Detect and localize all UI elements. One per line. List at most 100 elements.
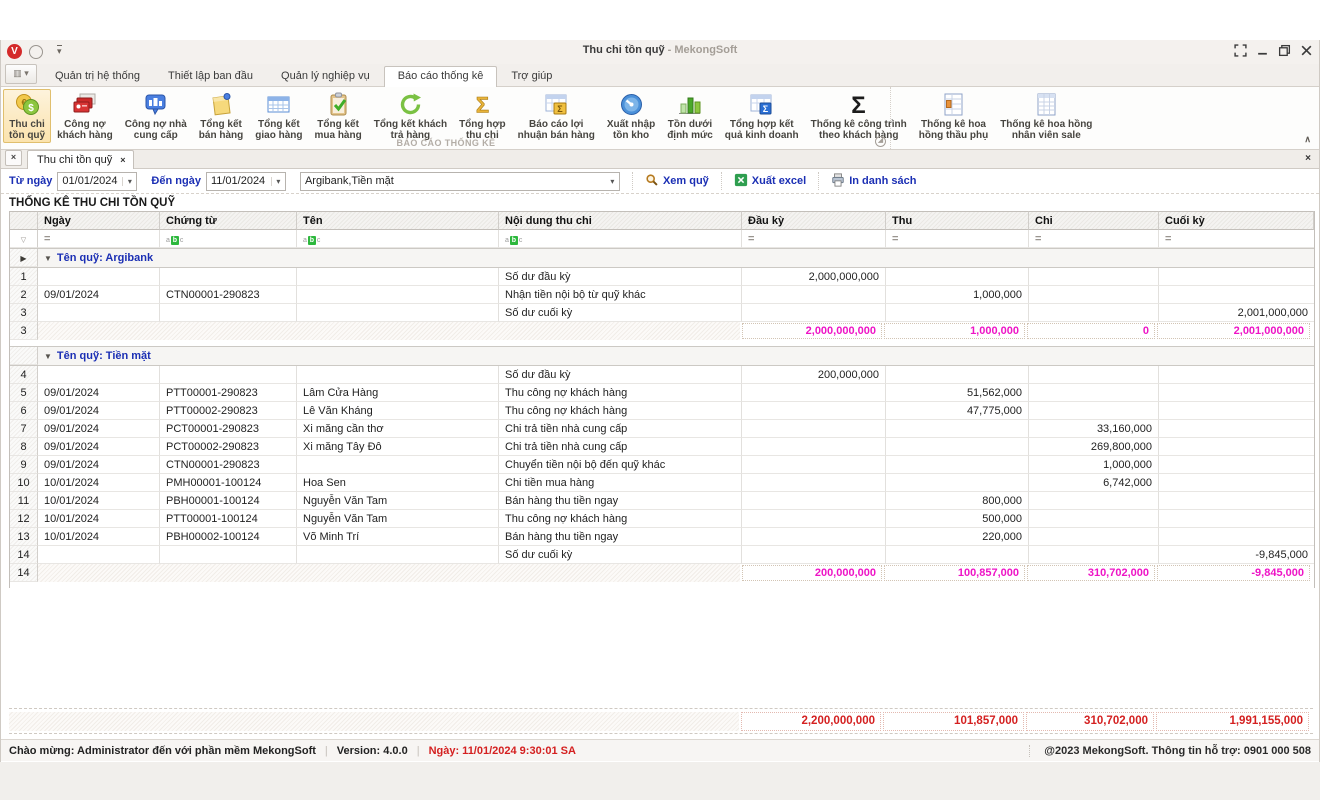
from-date-input[interactable]: 01/01/2024 ▾	[57, 172, 137, 191]
title-bar: V ▾ Thu chi tồn quỹ - MekongSoft	[1, 40, 1319, 64]
tab-close-icon[interactable]: ×	[120, 155, 125, 165]
table-row[interactable]: 3Số dư cuối kỳ2,001,000,000	[10, 304, 1314, 322]
group-caption[interactable]: ▼Tên quỹ: Argibank	[38, 249, 1314, 267]
menu-tab[interactable]: Quản trị hệ thống	[41, 66, 154, 86]
table-row[interactable]: 709/01/2024PCT00001-290823Xi măng cần th…	[10, 420, 1314, 438]
view-switch-button[interactable]: ▥ ▾	[5, 64, 37, 84]
print-list-button[interactable]: In danh sách	[818, 172, 928, 190]
ribbon-item-returns-arrow[interactable]: Tổng kết kháchtrả hàng	[368, 89, 453, 143]
chevron-down-icon[interactable]: ▾	[271, 177, 285, 186]
ribbon-item-business-result[interactable]: ΣTổng hợp kếtquả kinh doanh	[719, 89, 805, 143]
table-row[interactable]: 509/01/2024PTT00001-290823Lâm Cửa HàngTh…	[10, 384, 1314, 402]
table-row[interactable]: 209/01/2024CTN00001-290823Nhận tiền nội …	[10, 286, 1314, 304]
ribbon-group-reports: €$Thu chitồn quỹCông nợkhách hàngCông nợ…	[1, 87, 891, 149]
equals-filter-icon[interactable]: =	[892, 233, 898, 245]
ribbon-item-purchase-clipboard[interactable]: Tổng kếtmua hàng	[308, 89, 367, 143]
restore-icon[interactable]	[1278, 44, 1291, 57]
table-row[interactable]: 1310/01/2024PBH00002-100124Võ Minh TríBá…	[10, 528, 1314, 546]
close-icon[interactable]	[1300, 44, 1313, 57]
cell: CTN00001-290823	[160, 456, 297, 474]
ribbon-item-sigma-black[interactable]: ΣThống kê công trìnhtheo khách hàng	[805, 89, 913, 143]
tab-thu-chi-ton-quy[interactable]: Thu chi tồn quỹ ×	[27, 150, 134, 169]
filter-cell[interactable]: abc	[160, 230, 297, 248]
filter-cell[interactable]: =	[1029, 230, 1159, 248]
text-filter-icon[interactable]: abc	[303, 233, 320, 245]
cell: Số dư đầu kỳ	[499, 366, 742, 384]
equals-filter-icon[interactable]: =	[44, 233, 50, 245]
ribbon-item-supplier-debt[interactable]: Công nợ nhàcung cấp	[119, 89, 193, 143]
column-header-1[interactable]: Ngày	[38, 211, 160, 230]
status-support: @2023 MekongSoft. Thông tin hỗ trợ: 0901…	[1029, 745, 1311, 757]
filter-cell[interactable]: =	[38, 230, 160, 248]
ribbon-item-delivery-grid[interactable]: Tổng kếtgiao hàng	[249, 89, 308, 143]
cell: 500,000	[886, 510, 1029, 528]
menu-tab[interactable]: Quản lý nghiệp vụ	[267, 66, 384, 86]
dialog-launcher-icon[interactable]: ◢	[875, 136, 886, 147]
ribbon-item-bar-chart[interactable]: Tồn dướiđịnh mức	[661, 89, 719, 143]
status-date: Ngày: 11/01/2024 9:30:01 SA	[429, 745, 576, 757]
column-header-5[interactable]: Đầu kỳ	[742, 211, 886, 230]
table-row[interactable]: 1210/01/2024PTT00001-100124Nguyễn Văn Ta…	[10, 510, 1314, 528]
column-header-3[interactable]: Tên	[297, 211, 499, 230]
fund-select-combo[interactable]: Argibank,Tiền mặt ▾	[300, 172, 620, 191]
group-row[interactable]: ▶▼Tên quỹ: Argibank	[10, 248, 1314, 268]
column-header-2[interactable]: Chứng từ	[160, 211, 297, 230]
table-row[interactable]: 609/01/2024PTT00002-290823Lê Văn KhángTh…	[10, 402, 1314, 420]
cell: 220,000	[886, 528, 1029, 546]
ribbon-item-sales-note[interactable]: Tổng kếtbán hàng	[193, 89, 249, 143]
view-fund-button[interactable]: Xem quỹ	[632, 172, 721, 190]
ribbon-item-sigma-gold[interactable]: ΣTổng hợpthu chi	[453, 89, 512, 143]
close-all-tabs-button[interactable]: ×	[5, 150, 22, 166]
to-date-input[interactable]: 11/01/2024 ▾	[206, 172, 286, 191]
export-excel-button[interactable]: Xuất excel	[721, 172, 818, 190]
cell	[742, 402, 886, 420]
cell: 10/01/2024	[38, 528, 160, 546]
ribbon-collapse-button[interactable]: ∧	[1304, 134, 1311, 145]
group-summary-row: 14200,000,000100,857,000310,702,000-9,84…	[10, 564, 1314, 582]
filter-cell[interactable]: =	[742, 230, 886, 248]
collapse-triangle-icon[interactable]: ▼	[44, 254, 52, 263]
column-header-8[interactable]: Cuối kỳ	[1159, 211, 1314, 230]
column-header-6[interactable]: Thu	[886, 211, 1029, 230]
collapse-triangle-icon[interactable]: ▼	[44, 352, 52, 361]
text-filter-icon[interactable]: abc	[166, 233, 183, 245]
minimize-icon[interactable]	[1256, 44, 1269, 57]
ribbon-item-coins[interactable]: €$Thu chitồn quỹ	[3, 89, 51, 143]
ribbon-item-commission-sale[interactable]: Thống kê hoa hồngnhân viên sale	[994, 89, 1098, 143]
cell	[1029, 510, 1159, 528]
menu-tab[interactable]: Báo cáo thống kê	[384, 66, 498, 87]
group-caption[interactable]: ▼Tên quỹ: Tiền mặt	[38, 347, 1314, 365]
equals-filter-icon[interactable]: =	[1165, 233, 1171, 245]
fullscreen-icon[interactable]	[1234, 44, 1247, 57]
table-row[interactable]: 909/01/2024CTN00001-290823Chuyển tiền nộ…	[10, 456, 1314, 474]
table-row[interactable]: 1110/01/2024PBH00001-100124Nguyễn Văn Ta…	[10, 492, 1314, 510]
equals-filter-icon[interactable]: =	[748, 233, 754, 245]
cell	[297, 546, 499, 564]
column-header-4[interactable]: Nội dung thu chi	[499, 211, 742, 230]
ribbon-item-inventory[interactable]: Xuất nhậptồn kho	[601, 89, 661, 143]
ribbon-item-profit-report[interactable]: ΣBáo cáo lợinhuận bán hàng	[512, 89, 601, 143]
chevron-down-icon[interactable]: ▾	[606, 177, 619, 186]
filter-cell[interactable]: =	[886, 230, 1029, 248]
filter-cell[interactable]: abc	[297, 230, 499, 248]
text-filter-icon[interactable]: abc	[505, 233, 522, 245]
ribbon-item-customer-debt[interactable]: Công nợkhách hàng	[51, 89, 119, 143]
column-header-7[interactable]: Chi	[1029, 211, 1159, 230]
cell	[1159, 438, 1314, 456]
cell	[886, 420, 1029, 438]
chevron-down-icon[interactable]: ▾	[122, 177, 136, 186]
group-row[interactable]: ▼Tên quỹ: Tiền mặt	[10, 346, 1314, 366]
table-row[interactable]: 4Số dư đầu kỳ200,000,000	[10, 366, 1314, 384]
filter-cell[interactable]: =	[1159, 230, 1314, 248]
table-row[interactable]: 14Số dư cuối kỳ-9,845,000	[10, 546, 1314, 564]
close-document-button[interactable]: ×	[1305, 153, 1311, 164]
table-row[interactable]: 1Số dư đầu kỳ2,000,000,000	[10, 268, 1314, 286]
equals-filter-icon[interactable]: =	[1035, 233, 1041, 245]
table-row[interactable]: 1010/01/2024PMH00001-100124Hoa SenChi ti…	[10, 474, 1314, 492]
ribbon-item-commission-sub[interactable]: Thống kê hoahồng thầu phụ	[913, 89, 994, 143]
filter-cell[interactable]: abc	[499, 230, 742, 248]
cell	[1159, 456, 1314, 474]
menu-tab[interactable]: Thiết lập ban đầu	[154, 66, 267, 86]
menu-tab[interactable]: Trợ giúp	[497, 66, 566, 86]
table-row[interactable]: 809/01/2024PCT00002-290823Xi măng Tây Đô…	[10, 438, 1314, 456]
